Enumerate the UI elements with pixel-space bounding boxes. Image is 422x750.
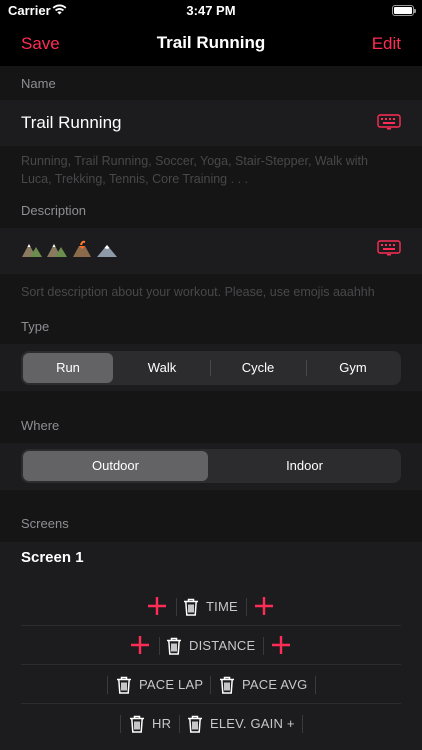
type-option-gym[interactable]: Gym [307, 353, 399, 383]
screens-label: Screens [21, 516, 69, 531]
field-divider [210, 676, 211, 694]
screen-title: Screen 1 [21, 549, 84, 566]
field-label: PACE AVG [242, 677, 308, 692]
name-label: Name [21, 76, 56, 91]
trash-icon[interactable] [187, 715, 203, 733]
navigation-bar: Save Trail Running Edit [0, 24, 422, 66]
where-option-outdoor[interactable]: Outdoor [23, 451, 208, 481]
keyboard-icon[interactable] [377, 114, 401, 130]
trash-icon[interactable] [129, 715, 145, 733]
field-label: ELEV. GAIN + [210, 716, 295, 731]
type-label: Type [21, 319, 50, 334]
status-bar: Carrier 3:47 PM [0, 0, 422, 24]
description-field[interactable] [21, 240, 121, 258]
field-item-time[interactable]: TIME [183, 587, 238, 626]
field-divider [107, 676, 108, 694]
field-divider [302, 715, 303, 733]
add-field-left-button[interactable] [146, 595, 168, 617]
field-divider [246, 598, 247, 616]
type-option-run[interactable]: Run [23, 353, 113, 383]
add-field-right-button[interactable] [253, 595, 275, 617]
type-footer-bg [0, 391, 422, 443]
field-item-pace-lap[interactable]: PACE LAP [116, 665, 203, 704]
field-divider [176, 598, 177, 616]
field-divider [179, 715, 180, 733]
field-divider [263, 637, 264, 655]
field-item-elev-gain[interactable]: ELEV. GAIN + [187, 704, 295, 743]
type-option-cycle[interactable]: Cycle [211, 353, 305, 383]
name-hint: Running, Trail Running, Soccer, Yoga, St… [21, 154, 368, 186]
trash-icon[interactable] [183, 598, 199, 616]
edit-button[interactable]: Edit [372, 34, 401, 54]
field-divider [120, 715, 121, 733]
field-divider [315, 676, 316, 694]
mountain-icon [47, 244, 67, 257]
field-label: DISTANCE [189, 638, 256, 653]
field-label: PACE LAP [139, 677, 204, 692]
where-option-indoor[interactable]: Indoor [210, 451, 399, 481]
field-item-pace-avg[interactable]: PACE AVG [219, 665, 307, 704]
add-field-left-button[interactable] [129, 634, 151, 656]
where-segmented-control: Outdoor Indoor [21, 449, 401, 483]
type-segmented-control: Run Walk Cycle Gym [21, 351, 401, 385]
field-item-distance[interactable]: DISTANCE [166, 626, 255, 665]
screen-row: TIME [21, 587, 401, 626]
trash-icon[interactable] [166, 637, 182, 655]
snow-mountain-icon [97, 245, 117, 257]
volcano-icon [73, 240, 91, 257]
keyboard-icon[interactable] [377, 240, 401, 256]
battery-icon [392, 5, 416, 16]
field-item-hr[interactable]: HR [129, 704, 171, 743]
mountain-icon [22, 244, 42, 257]
description-hint: Sort description about your workout. Ple… [21, 285, 375, 299]
add-field-right-button[interactable] [270, 634, 292, 656]
screen-row: PACE LAP PACE AVG [21, 665, 401, 704]
description-label: Description [21, 203, 87, 218]
field-divider [159, 637, 160, 655]
page-title: Trail Running [156, 33, 266, 52]
screen-row: HR ELEV. GAIN + [21, 704, 401, 743]
type-option-walk[interactable]: Walk [115, 353, 209, 383]
name-field[interactable]: Trail Running [21, 113, 121, 133]
field-label: TIME [206, 599, 238, 614]
screen-row: DISTANCE [21, 626, 401, 665]
trash-icon[interactable] [219, 676, 235, 694]
trash-icon[interactable] [116, 676, 132, 694]
where-label: Where [21, 418, 60, 433]
name-header-bg [0, 66, 422, 100]
field-label: HR [152, 716, 172, 731]
clock: 3:47 PM [186, 3, 236, 18]
